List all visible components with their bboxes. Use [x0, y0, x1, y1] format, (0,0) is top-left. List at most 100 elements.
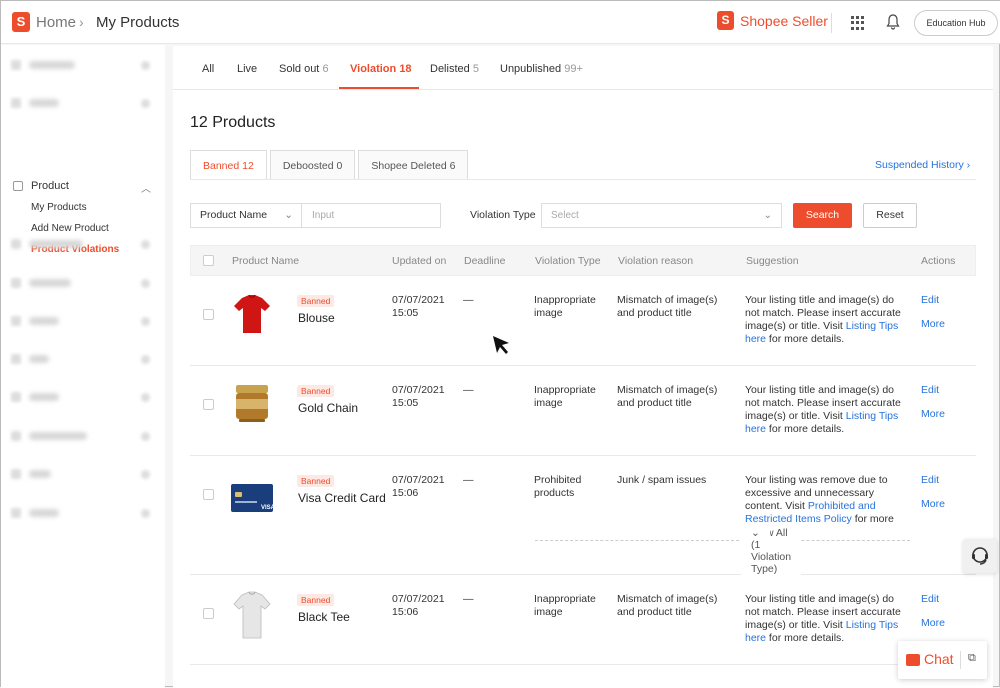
minimize-chat-icon[interactable]: ⧉	[968, 652, 976, 665]
deadline: —	[463, 384, 474, 396]
chevron-down-icon: ⌄	[284, 209, 293, 221]
updated-date: 07/07/2021	[392, 593, 445, 605]
sidebar: Product ︿ My Products Add New Product Pr…	[1, 45, 165, 688]
row-checkbox[interactable]	[203, 309, 214, 320]
table-row: Banned Gold Chain 07/07/2021 15:05 — Ina…	[190, 366, 976, 456]
subtab-shopee-deleted[interactable]: Shopee Deleted 6	[358, 150, 469, 180]
active-tab-indicator	[339, 87, 419, 89]
status-tabs: All Live Sold out 6 Violation 18 Deliste…	[173, 46, 993, 90]
updated-date: 07/07/2021	[392, 294, 445, 306]
product-name[interactable]: Gold Chain	[298, 401, 358, 415]
column-header: Product Name	[232, 255, 300, 267]
headset-icon	[972, 547, 988, 565]
sidebar-item-blurred[interactable]	[11, 97, 150, 109]
divider	[831, 13, 832, 33]
sidebar-product-label: Product	[31, 180, 69, 192]
main-panel: All Live Sold out 6 Violation 18 Deliste…	[173, 46, 993, 688]
sidebar-item-blurred[interactable]	[11, 277, 150, 289]
breadcrumb-home[interactable]: Home	[36, 14, 76, 31]
column-header: Violation reason	[618, 255, 694, 267]
deadline: —	[463, 593, 474, 605]
edit-link[interactable]: Edit	[921, 384, 939, 396]
help-button[interactable]	[963, 539, 997, 573]
tab-live[interactable]: Live	[237, 63, 257, 75]
deadline: —	[463, 474, 474, 486]
violation-type-select[interactable]: Select ⌄	[541, 203, 782, 228]
column-header: Deadline	[464, 255, 506, 267]
tab-sold-out[interactable]: Sold out 6	[279, 63, 329, 75]
updated-time: 15:06	[392, 606, 419, 618]
sidebar-item-blurred[interactable]	[11, 315, 150, 327]
reset-button[interactable]: Reset	[863, 203, 917, 228]
chat-widget[interactable]: Chat ⧉	[898, 641, 987, 679]
violation-reason: Mismatch of image(s) and product title	[617, 294, 718, 319]
row-checkbox[interactable]	[203, 489, 214, 500]
tab-all[interactable]: All	[202, 63, 214, 75]
sidebar-item-blurred[interactable]	[11, 507, 150, 519]
sidebar-item-blurred[interactable]	[11, 391, 150, 403]
sidebar-item-blurred[interactable]	[11, 59, 150, 71]
sidebar-item-blurred[interactable]	[11, 238, 150, 250]
edit-link[interactable]: Edit	[921, 593, 939, 605]
row-checkbox[interactable]	[203, 608, 214, 619]
search-button[interactable]: Search	[793, 203, 852, 228]
product-thumbnail[interactable]	[230, 381, 274, 425]
sidebar-item-add-new-product[interactable]: Add New Product	[31, 223, 109, 234]
sidebar-item-blurred[interactable]	[11, 430, 150, 442]
column-header: Violation Type	[535, 255, 601, 267]
status-badge: Banned	[297, 295, 335, 307]
chat-icon	[906, 654, 920, 666]
product-name[interactable]: Blouse	[298, 311, 335, 325]
column-header: Suggestion	[746, 255, 799, 267]
mouse-cursor-icon	[493, 336, 509, 354]
deadline: —	[463, 294, 474, 306]
chevron-down-icon: ⌄	[741, 527, 770, 539]
product-name[interactable]: Visa Credit Card	[298, 491, 386, 505]
product-thumbnail[interactable]	[230, 589, 274, 641]
violation-type: Prohibited products	[534, 474, 582, 499]
column-header: Actions	[921, 255, 956, 267]
violation-reason: Mismatch of image(s) and product title	[617, 384, 718, 409]
more-link[interactable]: More	[921, 408, 945, 420]
violation-type: Inappropriate image	[534, 384, 596, 409]
apps-grid-icon[interactable]	[851, 16, 865, 30]
select-all-checkbox[interactable]	[203, 255, 214, 266]
view-all-violations[interactable]: View All (1 Violation Type) ⌄	[535, 527, 910, 575]
updated-time: 15:06	[392, 487, 419, 499]
subtab-deboosted[interactable]: Deboosted 0	[269, 150, 356, 180]
edit-link[interactable]: Edit	[921, 474, 939, 486]
sidebar-item-blurred[interactable]	[11, 353, 150, 365]
updated-time: 15:05	[392, 307, 419, 319]
product-search-input[interactable]: Input	[302, 203, 441, 228]
product-name[interactable]: Black Tee	[298, 610, 350, 624]
chat-label: Chat	[924, 651, 954, 667]
subtab-banned[interactable]: Banned 12	[190, 150, 267, 180]
column-header: Updated on	[392, 255, 447, 267]
bell-icon[interactable]	[886, 14, 900, 30]
more-link[interactable]: More	[921, 498, 945, 510]
table-row: Banned Black Tee 07/07/2021 15:06 — Inap…	[190, 575, 976, 665]
violation-reason: Junk / spam issues	[617, 474, 707, 486]
sidebar-item-product[interactable]: Product ︿	[13, 180, 151, 195]
violation-type: Inappropriate image	[534, 593, 596, 618]
violation-subtabs: Banned 12 Deboosted 0 Shopee Deleted 6	[190, 150, 471, 180]
table-row: Banned Blouse 07/07/2021 15:05 — Inappro…	[190, 276, 976, 366]
sidebar-item-my-products[interactable]: My Products	[31, 202, 87, 213]
education-hub-button[interactable]: Education Hub	[914, 10, 998, 36]
svg-text:VISA: VISA	[261, 505, 274, 511]
tab-delisted[interactable]: Delisted 5	[430, 63, 479, 75]
product-thumbnail[interactable]	[230, 292, 274, 336]
edit-link[interactable]: Edit	[921, 294, 939, 306]
product-thumbnail[interactable]: VISA	[230, 476, 274, 520]
row-checkbox[interactable]	[203, 399, 214, 410]
sidebar-item-blurred[interactable]	[11, 468, 150, 480]
suspended-history-link[interactable]: Suspended History ›	[875, 159, 970, 171]
tab-violation[interactable]: Violation 18	[350, 63, 412, 75]
chevron-down-icon: ⌄	[763, 210, 772, 221]
shopee-logo-icon[interactable]: S	[12, 12, 30, 32]
product-name-select[interactable]: Product Name ⌄	[190, 203, 302, 228]
suggestion: Your listing was remove due to excessive…	[745, 474, 894, 525]
more-link[interactable]: More	[921, 318, 945, 330]
tab-unpublished[interactable]: Unpublished 99+	[500, 63, 583, 75]
more-link[interactable]: More	[921, 617, 945, 629]
